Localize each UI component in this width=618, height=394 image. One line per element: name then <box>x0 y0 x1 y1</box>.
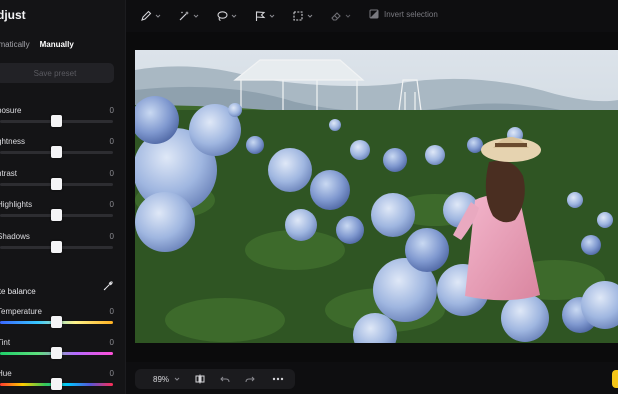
eyedropper-icon[interactable] <box>103 281 113 291</box>
slider-value: 0 <box>109 338 114 347</box>
invert-icon <box>369 9 379 19</box>
redo-icon[interactable] <box>245 374 255 384</box>
photo-canvas[interactable] <box>135 50 618 343</box>
slider-label: ghtness <box>0 137 26 146</box>
slider-thumb[interactable] <box>51 347 62 359</box>
bottom-bar: 89% <box>126 362 618 394</box>
slider-hue: Hue 0 <box>0 369 118 394</box>
slider-value: 0 <box>109 369 114 378</box>
lasso-icon <box>217 11 228 22</box>
slider-label: ntrast <box>0 169 18 178</box>
slider-thumb[interactable] <box>51 241 62 253</box>
more-options-icon[interactable] <box>272 376 284 382</box>
slider-thumb[interactable] <box>51 115 62 127</box>
flag-lasso-tool[interactable] <box>254 8 275 24</box>
slider-tint: Tint 0 <box>0 338 118 368</box>
compare-icon[interactable] <box>195 374 205 384</box>
slider-label: Shadows <box>0 232 30 241</box>
white-balance-label: ite balance <box>0 287 36 296</box>
magic-wand-icon <box>179 11 189 21</box>
tab-automatically[interactable]: omatically <box>0 40 30 49</box>
slider-value: 0 <box>109 307 114 316</box>
slider-temperature: Temperature 0 <box>0 307 118 337</box>
zoom-level[interactable]: 89% <box>153 375 169 384</box>
magic-wand-tool[interactable] <box>178 8 199 24</box>
slider-value: 0 <box>109 169 114 178</box>
chevron-down-icon <box>155 14 161 18</box>
chevron-down-icon <box>269 14 275 18</box>
view-controls: 89% <box>135 369 295 389</box>
slider-label: Highlights <box>0 200 33 209</box>
chevron-down-icon <box>193 14 199 18</box>
flag-lasso-icon <box>255 11 266 21</box>
slider-label: Temperature <box>0 307 42 316</box>
slider-label: Tint <box>0 338 11 347</box>
chevron-down-icon <box>231 14 237 18</box>
save-preset-button[interactable]: Save preset <box>0 63 114 83</box>
slider-value: 0 <box>109 137 114 146</box>
photo-editor-app: djust omatically Manually Save preset po… <box>0 0 618 394</box>
adjust-panel: djust omatically Manually Save preset po… <box>0 0 126 394</box>
slider-brightness: ghtness 0 <box>0 137 118 167</box>
canvas-area <box>126 32 618 362</box>
panel-title: djust <box>0 8 26 22</box>
chevron-down-icon <box>345 14 351 18</box>
brush-tool[interactable] <box>140 8 161 24</box>
undo-icon[interactable] <box>220 374 230 384</box>
chevron-down-icon[interactable] <box>174 376 180 382</box>
slider-highlights: Highlights 0 <box>0 200 118 230</box>
slider-contrast: ntrast 0 <box>0 169 118 199</box>
slider-thumb[interactable] <box>51 316 62 328</box>
slider-label: Hue <box>0 369 12 378</box>
slider-thumb[interactable] <box>51 378 62 390</box>
yellow-action-tab[interactable] <box>612 370 618 388</box>
lasso-tool[interactable] <box>216 8 237 24</box>
slider-value: 0 <box>109 200 114 209</box>
white-balance-row: ite balance <box>0 281 115 296</box>
hydrangea-photo <box>135 50 618 343</box>
marquee-tool[interactable] <box>292 8 313 24</box>
chevron-down-icon <box>307 14 313 18</box>
brush-icon <box>141 10 152 21</box>
slider-label: posure <box>0 106 22 115</box>
invert-selection-button[interactable]: Invert selection <box>369 9 438 19</box>
eraser-icon <box>331 12 341 21</box>
slider-thumb[interactable] <box>51 146 62 158</box>
marquee-icon <box>293 11 303 21</box>
tab-manually[interactable]: Manually <box>40 40 74 49</box>
slider-thumb[interactable] <box>51 209 62 221</box>
eraser-tool[interactable] <box>330 8 351 24</box>
slider-exposure: posure 0 <box>0 106 118 136</box>
invert-selection-label: Invert selection <box>384 9 438 19</box>
slider-shadows: Shadows 0 <box>0 232 118 262</box>
mode-tabs: omatically Manually <box>0 40 74 49</box>
selection-toolbar: Invert selection <box>126 0 618 32</box>
slider-value: 0 <box>109 106 114 115</box>
slider-value: 0 <box>109 232 114 241</box>
slider-thumb[interactable] <box>51 178 62 190</box>
